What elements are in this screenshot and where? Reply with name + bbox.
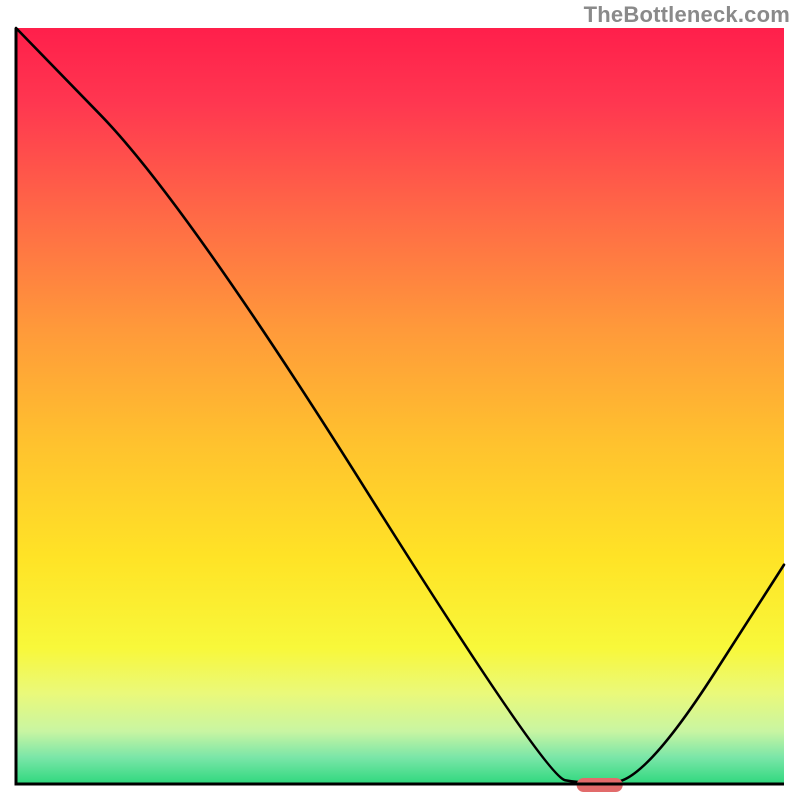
chart-stage: TheBottleneck.com: [0, 0, 800, 800]
bottleneck-chart: [0, 0, 800, 800]
gradient-background: [16, 28, 784, 784]
